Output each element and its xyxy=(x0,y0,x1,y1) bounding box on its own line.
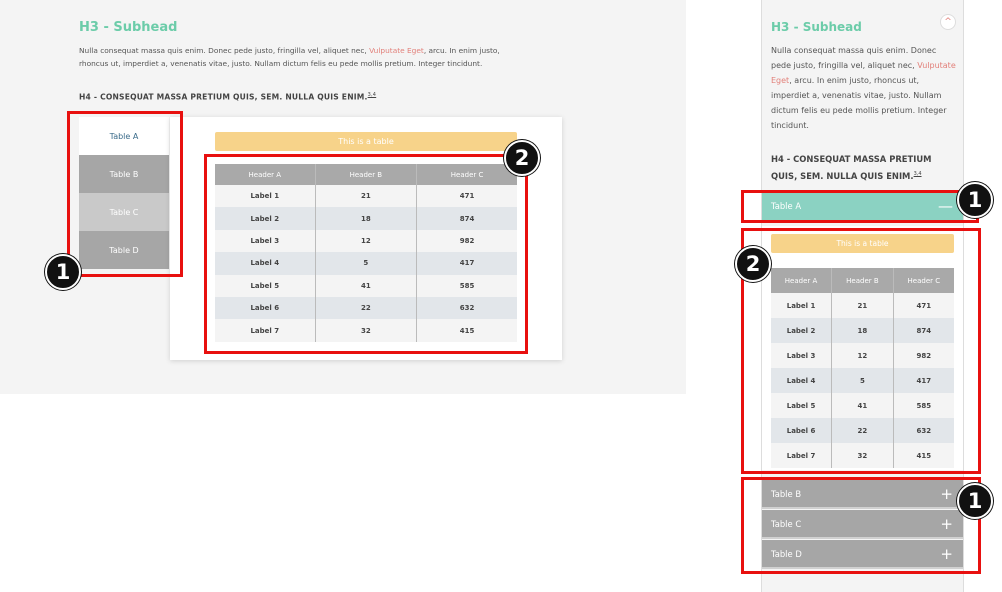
annotation-badge-2: 2 xyxy=(735,246,771,282)
paragraph-text-start: Nulla consequat massa quis enim. Donec p… xyxy=(771,46,937,70)
annotation-badge-1: 1 xyxy=(957,182,993,218)
annotation-box-accordion-a xyxy=(741,190,979,223)
annotation-box-accordions xyxy=(741,477,981,574)
h4-text: H4 - CONSEQUAT MASSA PRETIUM QUIS, SEM. … xyxy=(771,154,932,181)
footnote-ref[interactable]: 3,4 xyxy=(914,171,922,177)
subhead-h3: H3 - Subhead xyxy=(771,20,862,34)
annotation-box-tabs xyxy=(67,111,183,277)
subhead-h4: H4 - CONSEQUAT MASSA PRETIUM QUIS, SEM. … xyxy=(79,92,376,102)
paragraph-text-end: , arcu. In enim justo, rhoncus ut, imper… xyxy=(771,76,947,130)
annotation-box-mobile-table xyxy=(741,228,981,474)
vulputate-link[interactable]: Vulputate Eget xyxy=(369,46,424,55)
body-paragraph: Nulla consequat massa quis enim. Donec p… xyxy=(79,44,529,70)
annotation-badge-1: 1 xyxy=(45,254,81,290)
subhead-h3: H3 - Subhead xyxy=(79,20,178,35)
table-caption: This is a table xyxy=(215,132,517,151)
annotation-badge-2: 2 xyxy=(504,140,540,176)
annotation-badge-1: 1 xyxy=(957,483,993,519)
subhead-h4: H4 - CONSEQUAT MASSA PRETIUM QUIS, SEM. … xyxy=(771,152,957,184)
annotation-box-table xyxy=(204,154,528,354)
h4-text: H4 - CONSEQUAT MASSA PRETIUM QUIS, SEM. … xyxy=(79,92,368,102)
body-paragraph: Nulla consequat massa quis enim. Donec p… xyxy=(771,43,957,133)
collapse-up-icon[interactable]: ^ xyxy=(940,14,956,30)
paragraph-text-start: Nulla consequat massa quis enim. Donec p… xyxy=(79,46,367,55)
footnote-ref[interactable]: 3,4 xyxy=(368,92,377,98)
